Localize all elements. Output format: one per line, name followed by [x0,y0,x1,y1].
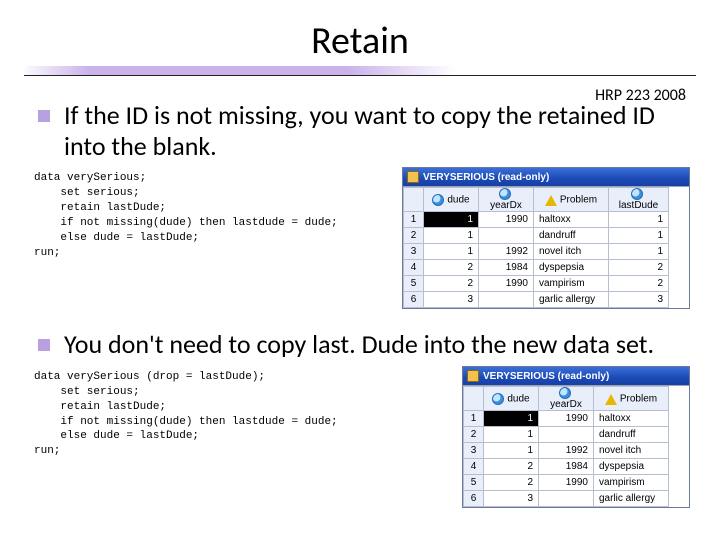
col-header: Problem [594,387,669,411]
table-row: 421984dyspepsia [464,459,669,475]
bullet-icon [38,339,50,351]
table-row: 421984dyspepsia2 [404,260,669,276]
sas-window-1: VERYSERIOUS (read-only) dude yearDx Prob… [402,167,690,309]
warn-icon [605,393,617,405]
bullet-list: You don't need to copy last. Dude into t… [30,329,690,360]
bullet-icon [38,110,50,122]
window-title: VERYSERIOUS (read-only) [423,172,549,183]
data-grid: dude yearDx Problem lastDude 111990halto… [403,186,689,308]
course-label: HRP 223 2008 [595,86,686,105]
slide: Retain HRP 223 2008 If the ID is not mis… [0,0,720,540]
window-titlebar: VERYSERIOUS (read-only) [403,168,689,186]
table-row: 63garlic allergy3 [404,292,669,308]
code-table-row: data verySerious; set serious; retain la… [30,167,690,309]
data-grid: dude yearDx Problem 111990haltoxx 21dand… [463,385,689,507]
globe-icon [499,188,511,200]
col-header: yearDx [539,387,594,411]
globe-icon [492,393,504,405]
window-titlebar: VERYSERIOUS (read-only) [463,367,689,385]
table-row: 111990haltoxx1 [404,212,669,228]
table-row: 311992novel itch1 [404,244,669,260]
col-header: dude [484,387,539,411]
col-header: yearDx [479,188,534,212]
table-header-row: dude yearDx Problem [464,387,669,411]
col-header [464,387,484,411]
app-icon [407,171,419,183]
table-header-row: dude yearDx Problem lastDude [404,188,669,212]
table-row: 111990haltoxx [464,411,669,427]
table-row: 21dandruff1 [404,228,669,244]
col-header [404,188,424,212]
code-table-row: data verySerious (drop = lastDude); set … [30,366,690,508]
globe-icon [432,194,444,206]
title-underline [0,66,720,78]
sas-window-2: VERYSERIOUS (read-only) dude yearDx Prob… [462,366,690,508]
bullet-item: If the ID is not missing, you want to co… [30,100,690,161]
slide-title: Retain [30,18,690,64]
table-row: 311992novel itch [464,443,669,459]
col-header: Problem [534,188,609,212]
bullet-text: If the ID is not missing, you want to co… [64,100,690,161]
window-title: VERYSERIOUS (read-only) [483,371,609,382]
code-block: data verySerious; set serious; retain la… [34,171,338,260]
table-row: 521990vampirism [464,475,669,491]
warn-icon [545,194,557,206]
col-header: lastDude [609,188,669,212]
table-row: 63garlic allergy [464,491,669,507]
table-row: 21dandruff [464,427,669,443]
bullet-list: If the ID is not missing, you want to co… [30,100,690,161]
bullet-item: You don't need to copy last. Dude into t… [30,329,690,360]
bullet-text: You don't need to copy last. Dude into t… [64,329,654,360]
table-row: 521990vampirism2 [404,276,669,292]
globe-icon [631,188,643,200]
col-header: dude [424,188,479,212]
app-icon [467,370,479,382]
code-block: data verySerious (drop = lastDude); set … [34,370,338,459]
globe-icon [559,387,571,399]
